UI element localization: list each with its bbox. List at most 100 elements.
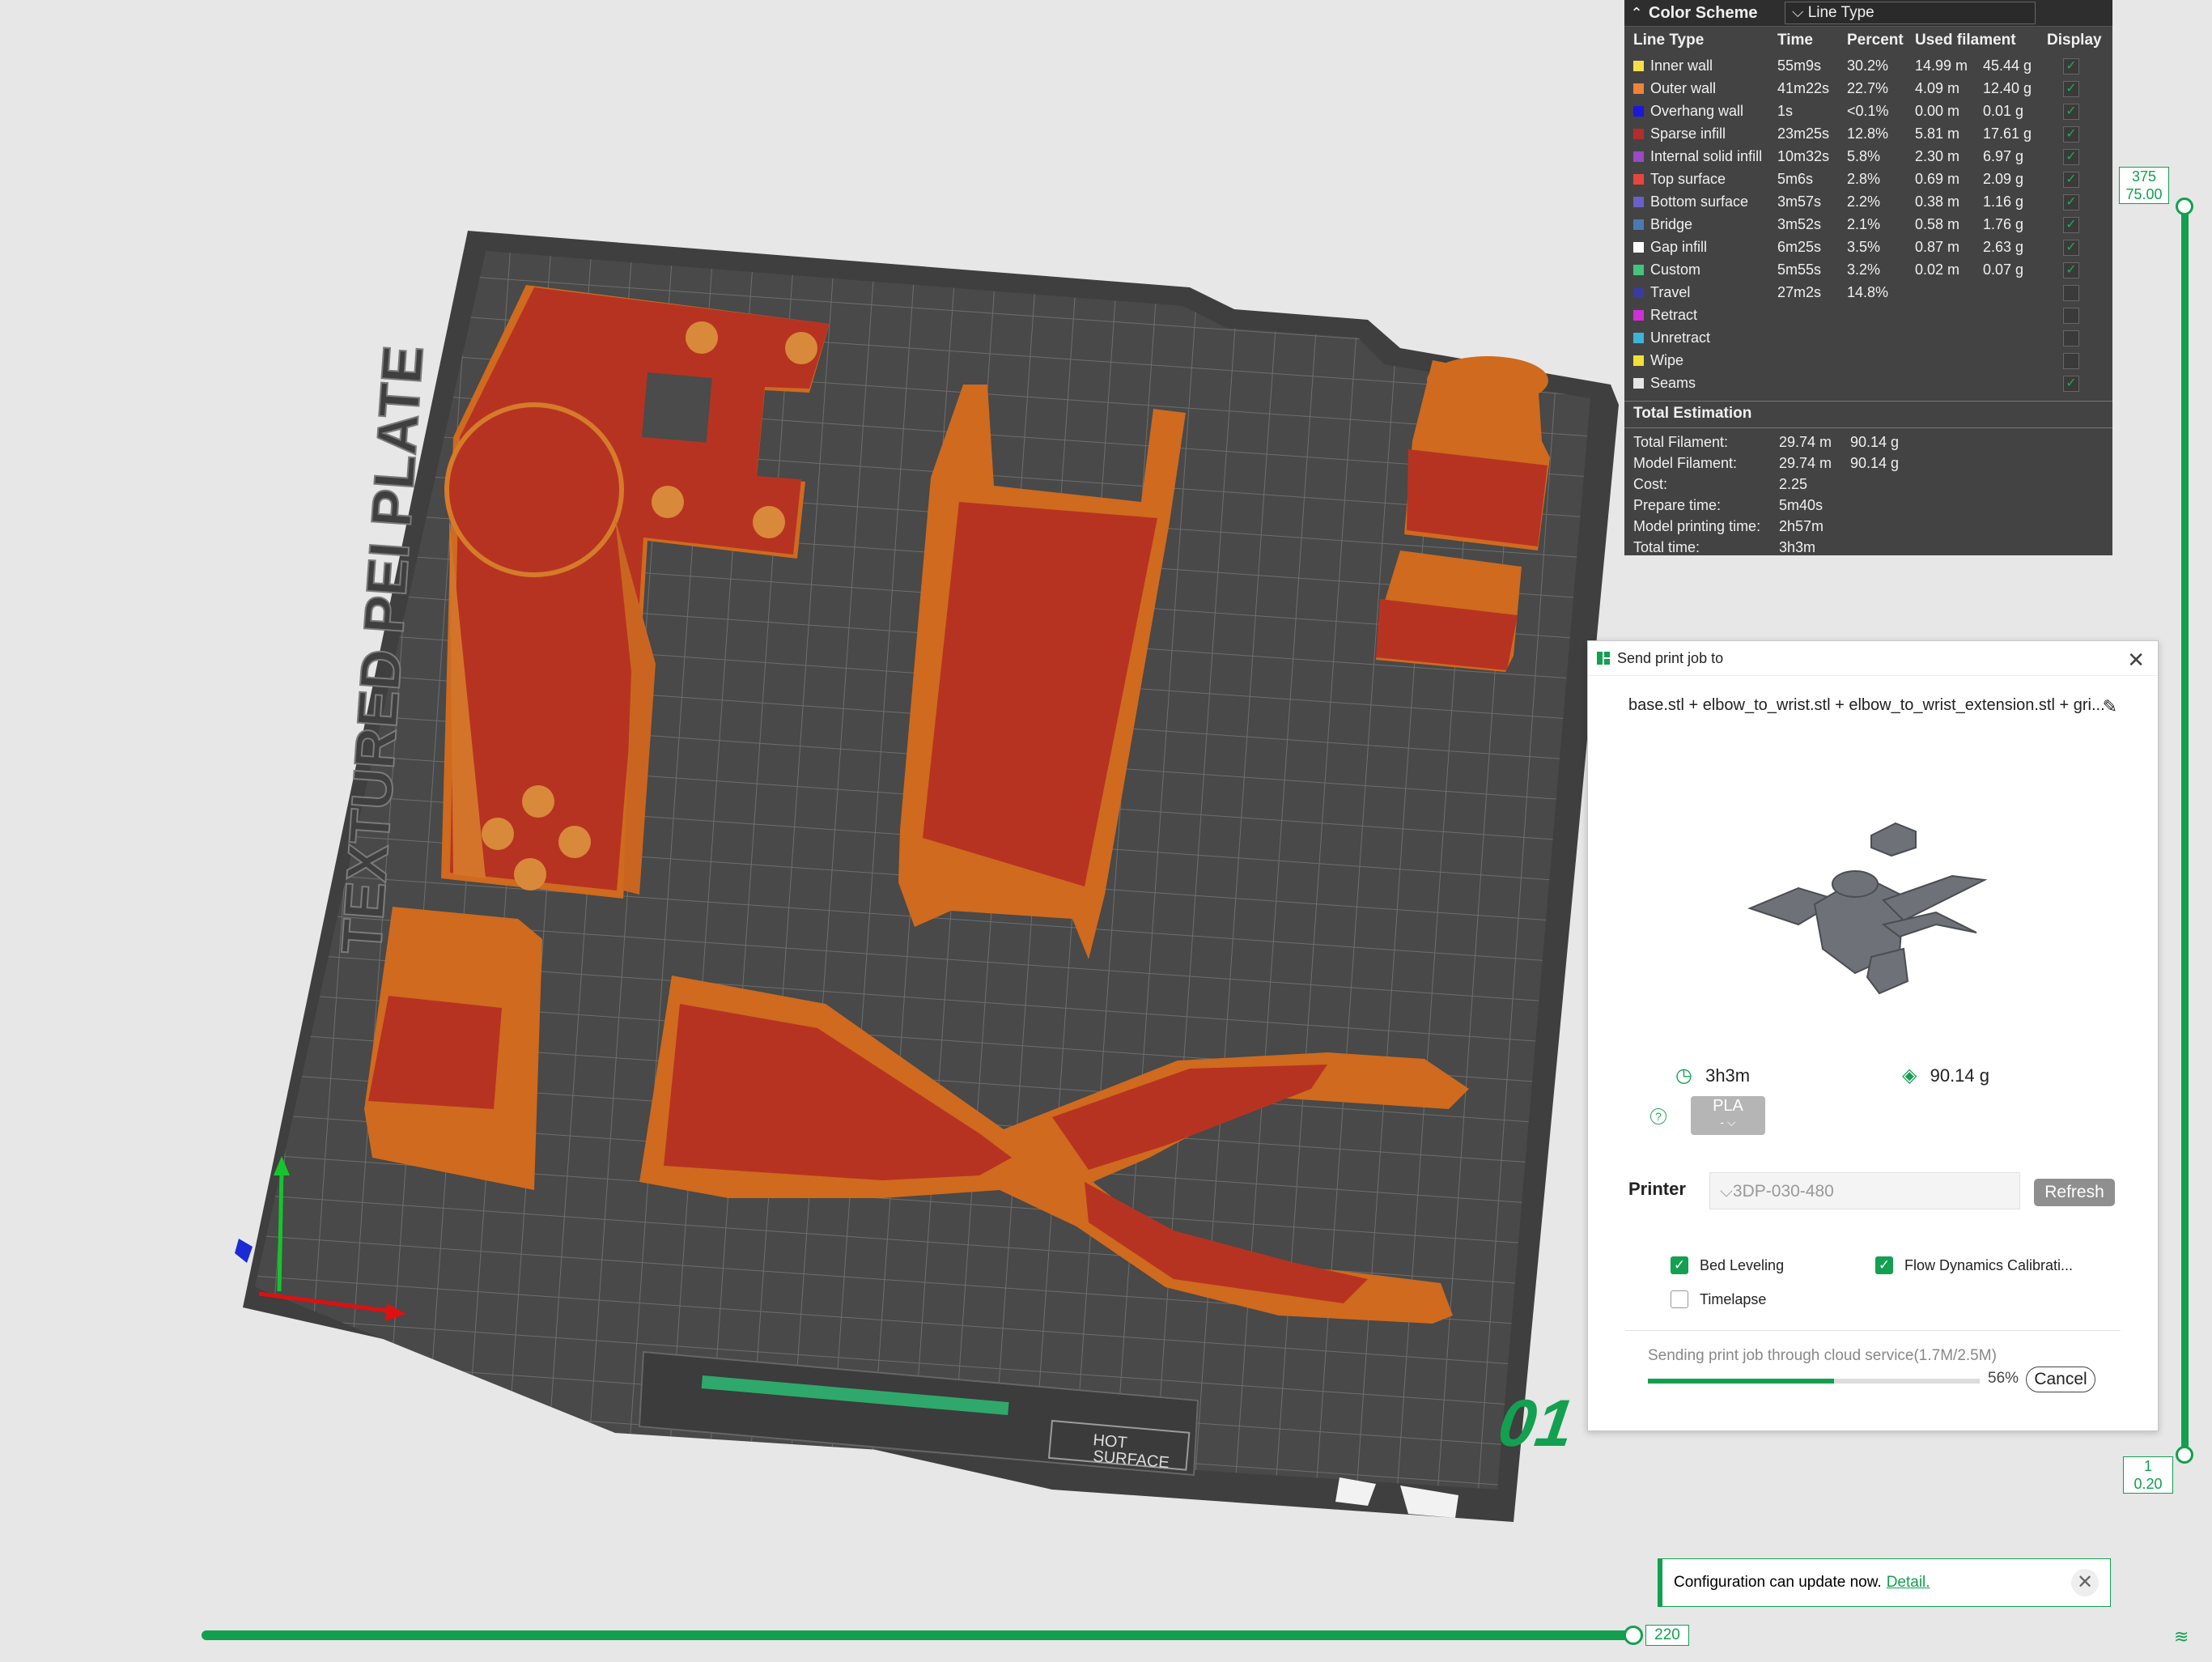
total-value-1: 3h3m xyxy=(1779,538,1816,555)
layer-slider-bottom-thumb[interactable] xyxy=(2176,1446,2193,1464)
line-type-name: Seams xyxy=(1650,374,1696,391)
color-scheme-select[interactable]: ⌵ Line Type xyxy=(1785,2,2036,24)
close-icon[interactable]: ✕ xyxy=(2127,648,2145,673)
timelapse-option[interactable]: Timelapse xyxy=(1671,1290,1766,1308)
total-value-1: 29.74 m xyxy=(1779,454,1832,471)
legend-row: Retract xyxy=(1624,304,2104,326)
refresh-button[interactable]: Refresh xyxy=(2034,1179,2115,1206)
line-time: 3m52s xyxy=(1777,215,1822,232)
flow-calibration-checkbox[interactable]: ✓ xyxy=(1875,1256,1893,1274)
sending-status: Sending print job through cloud service(… xyxy=(1648,1347,1997,1364)
col-display: Display xyxy=(2047,32,2102,49)
model-thumbnail xyxy=(1747,822,1988,995)
timelapse-label: Timelapse xyxy=(1700,1290,1767,1307)
print-time-value: 3h3m xyxy=(1705,1065,1751,1086)
help-icon[interactable]: ? xyxy=(1650,1108,1666,1124)
line-weight xyxy=(1983,281,2047,304)
col-time: Time xyxy=(1777,32,1814,49)
color-swatch xyxy=(1633,332,1644,343)
line-length xyxy=(1915,281,1983,304)
line-time: 6m25s xyxy=(1777,238,1822,255)
line-type-name: Unretract xyxy=(1650,329,1711,346)
display-checkbox[interactable]: ✓ xyxy=(2063,193,2079,210)
line-weight xyxy=(1983,304,2047,326)
color-swatch xyxy=(1633,377,1644,389)
chevron-up-icon[interactable]: ⌃ xyxy=(1624,5,1649,22)
total-estimation-title: Total Estimation xyxy=(1633,405,1752,422)
move-slider-thumb[interactable] xyxy=(1624,1626,1643,1645)
line-time: 3m57s xyxy=(1777,193,1822,210)
line-time: 1s xyxy=(1777,102,1794,119)
display-checkbox[interactable] xyxy=(2063,307,2079,324)
line-length: 14.99 m xyxy=(1915,57,1968,74)
col-used-filament: Used filament xyxy=(1915,32,2016,49)
line-time: 5m6s xyxy=(1777,170,1814,187)
display-checkbox[interactable]: ✓ xyxy=(2063,80,2079,97)
edit-icon[interactable]: ✎ xyxy=(2103,696,2117,717)
legend-row: Internal solid infill 10m32s 5.8% 2.30 m 6.9… xyxy=(1624,145,2104,168)
move-slider[interactable] xyxy=(202,1630,1632,1640)
total-label: Model printing time: xyxy=(1633,517,1761,534)
legend-row: Seams ✓ xyxy=(1624,372,2104,394)
line-length: 0.87 m xyxy=(1915,238,1960,255)
material-slot[interactable]: PLA - ⌵ xyxy=(1691,1096,1765,1135)
line-type-name: Bottom surface xyxy=(1650,193,1749,210)
display-checkbox[interactable]: ✓ xyxy=(2063,261,2079,278)
line-percent: 12.8% xyxy=(1847,125,1889,142)
display-checkbox[interactable] xyxy=(2063,284,2079,301)
display-checkbox[interactable]: ✓ xyxy=(2063,57,2079,74)
color-swatch xyxy=(1633,355,1644,366)
display-checkbox[interactable]: ✓ xyxy=(2063,103,2079,120)
layer-slider[interactable] xyxy=(2181,205,2189,1454)
legend-row: Top surface 5m6s 2.8% 0.69 m 2.09 g ✓ xyxy=(1624,168,2104,190)
display-checkbox[interactable] xyxy=(2063,352,2079,369)
toast-detail-link[interactable]: Detail. xyxy=(1887,1574,1930,1592)
total-value-1: 2h57m xyxy=(1779,517,1824,534)
cancel-button[interactable]: Cancel xyxy=(2026,1367,2095,1392)
close-icon[interactable]: ✕ xyxy=(2071,1569,2099,1596)
chevron-down-icon: ⌵ xyxy=(1726,1116,1736,1129)
color-swatch xyxy=(1633,196,1644,207)
display-checkbox[interactable]: ✓ xyxy=(2063,148,2079,165)
line-weight: 0.07 g xyxy=(1983,261,2024,278)
total-row: Total Filament: 29.74 m 90.14 g xyxy=(1633,431,2112,453)
printer-select[interactable]: ⌵3DP-030-480 xyxy=(1709,1172,2020,1209)
color-swatch xyxy=(1633,241,1644,253)
line-time xyxy=(1777,349,1847,372)
toast-message: Configuration can update now. xyxy=(1674,1574,1882,1591)
layers-icon[interactable]: ≋ xyxy=(2174,1626,2189,1647)
legend-row: Sparse infill 23m25s 12.8% 5.81 m 17.61 g ✓ xyxy=(1624,122,2104,145)
total-row: Model printing time: 2h57m xyxy=(1633,516,2112,537)
line-type-name: Retract xyxy=(1650,306,1698,323)
line-length: 5.81 m xyxy=(1915,125,1960,142)
col-percent: Percent xyxy=(1847,32,1904,49)
print-time-stat: ◷ 3h3m xyxy=(1675,1064,1750,1087)
col-line-type: Line Type xyxy=(1633,32,1705,49)
total-label: Total Filament: xyxy=(1633,433,1729,450)
display-checkbox[interactable]: ✓ xyxy=(2063,171,2079,188)
total-row: Prepare time: 5m40s xyxy=(1633,495,2112,516)
timelapse-checkbox[interactable] xyxy=(1671,1290,1688,1308)
line-length: 0.00 m xyxy=(1915,102,1960,119)
legend-row: Wipe xyxy=(1624,349,2104,372)
total-row: Model Filament: 29.74 m 90.14 g xyxy=(1633,453,2112,474)
upload-progress-percent: 56% xyxy=(1988,1370,2019,1387)
legend-row: Gap infill 6m25s 3.5% 0.87 m 2.63 g ✓ xyxy=(1624,236,2104,258)
display-checkbox[interactable]: ✓ xyxy=(2063,239,2079,256)
line-length: 0.58 m xyxy=(1915,215,1960,232)
color-swatch xyxy=(1633,128,1644,139)
bed-leveling-checkbox[interactable]: ✓ xyxy=(1671,1256,1688,1274)
display-checkbox[interactable]: ✓ xyxy=(2063,216,2079,233)
bed-leveling-option[interactable]: ✓ Bed Leveling xyxy=(1671,1256,1784,1274)
line-weight xyxy=(1983,372,2047,394)
app-logo-icon xyxy=(1597,652,1610,665)
display-checkbox[interactable] xyxy=(2063,329,2079,346)
display-checkbox[interactable]: ✓ xyxy=(2063,125,2079,142)
flow-calibration-option[interactable]: ✓ Flow Dynamics Calibrati... xyxy=(1875,1256,2073,1274)
layer-slider-top-thumb[interactable] xyxy=(2176,198,2193,215)
line-type-name: Sparse infill xyxy=(1650,125,1726,142)
line-percent xyxy=(1847,349,1915,372)
display-checkbox[interactable]: ✓ xyxy=(2063,375,2079,392)
color-swatch xyxy=(1633,105,1644,117)
legend-row: Bridge 3m52s 2.1% 0.58 m 1.76 g ✓ xyxy=(1624,213,2104,236)
